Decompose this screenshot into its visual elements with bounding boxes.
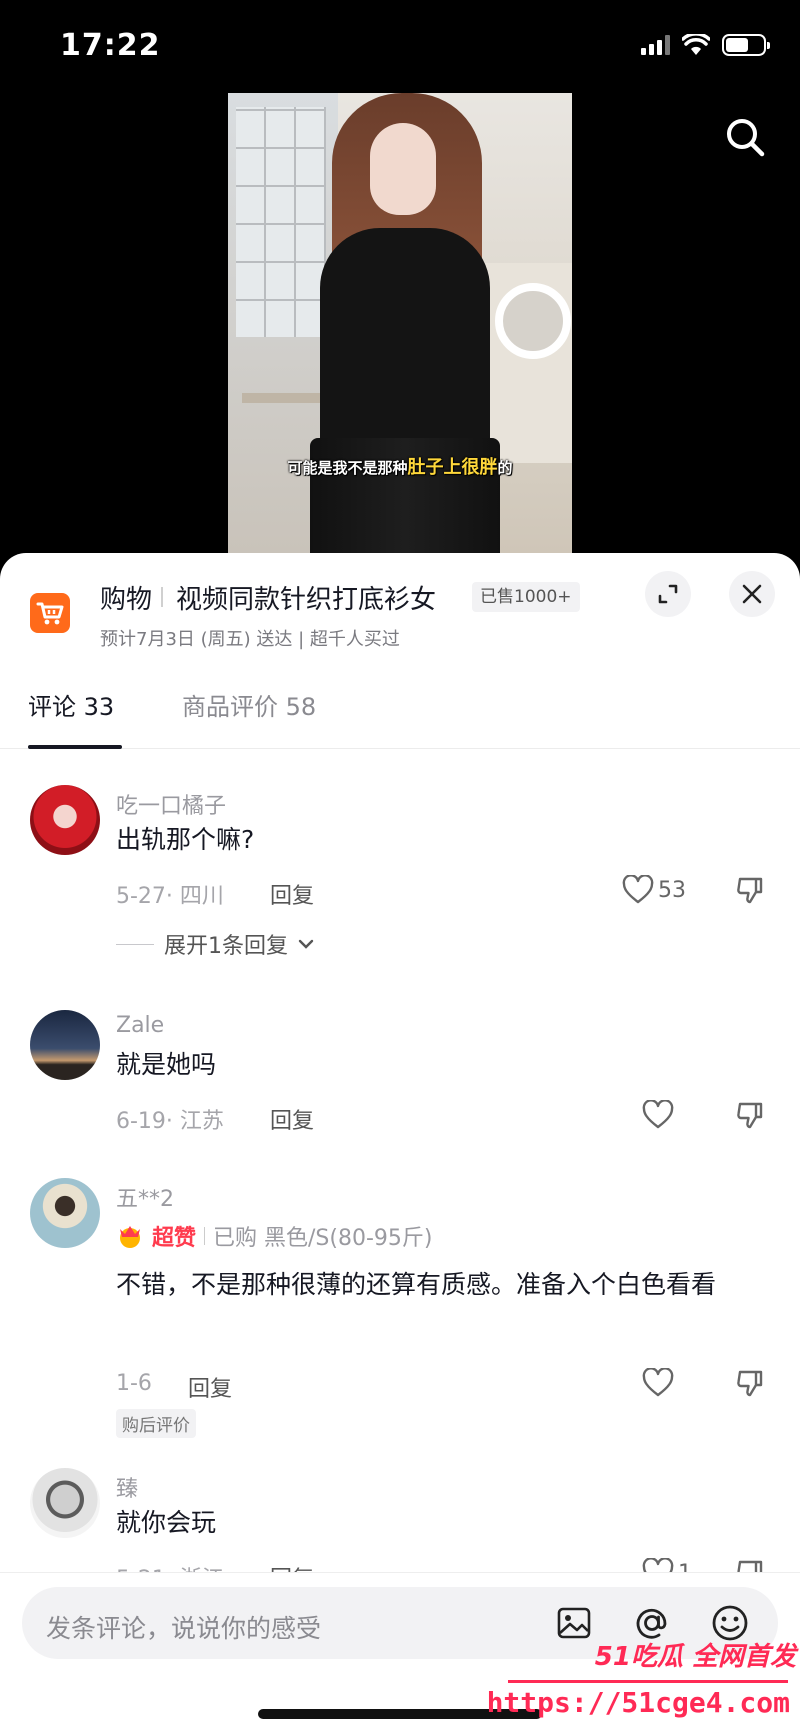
product-category: 购物 <box>100 585 153 615</box>
avatar[interactable] <box>30 785 100 855</box>
comment-date-location: 6-19· 江苏 <box>116 1109 224 1134</box>
dislike-button[interactable] <box>735 875 765 909</box>
close-icon <box>742 584 762 604</box>
reply-button[interactable]: 回复 <box>270 878 314 910</box>
post-purchase-review-tag: 购后评价 <box>116 1409 196 1438</box>
super-like-badge-icon <box>120 1226 140 1248</box>
video-player[interactable]: 可能是我不是那种肚子上很胖的 <box>228 93 572 553</box>
purchase-variant: 已购 黑色/S(80-95斤) <box>213 1226 433 1251</box>
comment-date: 1-6 <box>116 1371 152 1396</box>
avatar[interactable] <box>30 1010 100 1080</box>
close-button[interactable] <box>729 571 775 617</box>
status-time: 17:22 <box>60 28 161 63</box>
like-count: 53 <box>658 877 686 903</box>
comment-text: 出轨那个嘛? <box>116 825 255 854</box>
divider <box>161 587 163 607</box>
search-button[interactable] <box>720 112 770 162</box>
product-bar[interactable]: 购物 视频同款针织打底衫女 已售1000+ 预计7月3日 (周五) 送达 | 超… <box>0 553 800 663</box>
reply-button[interactable]: 回复 <box>270 1103 314 1135</box>
watermark: 51吃瓜 全网首发 https://51cge4.com <box>487 1632 800 1732</box>
watermark-url: https://51cge4.com <box>486 1686 790 1719</box>
chevron-down-icon <box>298 939 314 949</box>
comment-username[interactable]: 吃一口橘子 <box>116 788 226 820</box>
watermark-brand: 51吃瓜 全网首发 <box>594 1642 796 1672</box>
comment-text: 不错，不是那种很薄的还算有质感。准备入个白色看看 <box>116 1270 717 1299</box>
reply-button[interactable]: 回复 <box>188 1371 232 1403</box>
avatar[interactable] <box>30 1178 100 1248</box>
comment-badge-row: 超赞 已购 黑色/S(80-95斤) <box>116 1220 432 1252</box>
product-delivery-info: 预计7月3日 (周五) 送达 | 超千人买过 <box>100 629 400 650</box>
comment-input-placeholder: 发条评论，说说你的感受 <box>46 1614 322 1643</box>
search-icon <box>727 119 765 157</box>
status-bar: 17:22 <box>0 0 800 90</box>
thumbs-down-icon <box>737 877 763 904</box>
dislike-button[interactable] <box>735 1100 765 1134</box>
tab-comments[interactable]: 评论 33 <box>28 687 114 722</box>
heart-icon <box>642 1100 674 1129</box>
comment-username[interactable]: 五**2 <box>116 1181 174 1213</box>
expand-replies-label: 展开1条回复 <box>164 934 288 959</box>
video-subtitle: 可能是我不是那种肚子上很胖的 <box>287 457 513 478</box>
like-button[interactable] <box>642 1100 674 1130</box>
sold-count-badge: 已售1000+ <box>472 582 580 612</box>
heart-icon <box>622 875 654 904</box>
tab-bar: 评论 33 商品评价 58 <box>0 663 800 749</box>
comment-text: 就是她吗 <box>116 1050 217 1079</box>
dislike-button[interactable] <box>735 1368 765 1402</box>
comment-text: 就你会玩 <box>116 1508 217 1537</box>
shopping-cart-icon <box>30 593 70 633</box>
super-like-label: 超赞 <box>152 1226 197 1251</box>
avatar[interactable] <box>30 1468 100 1538</box>
status-icons <box>641 34 770 56</box>
comment-username[interactable]: 臻 <box>116 1471 138 1503</box>
like-button[interactable] <box>642 1368 674 1398</box>
tab-product-reviews[interactable]: 商品评价 58 <box>182 687 316 722</box>
comment-date-location: 5-27· 四川 <box>116 884 224 909</box>
active-tab-indicator <box>28 745 122 749</box>
heart-icon <box>642 1368 674 1397</box>
comment-sheet: 购物 视频同款针织打底衫女 已售1000+ 预计7月3日 (周五) 送达 | 超… <box>0 553 800 1733</box>
cellular-signal-icon <box>641 35 670 55</box>
expand-button[interactable] <box>645 571 691 617</box>
like-button[interactable]: 53 <box>622 875 686 905</box>
battery-icon <box>722 34 770 56</box>
product-title[interactable]: 视频同款针织打底衫女 <box>176 579 436 616</box>
comment-username[interactable]: Zale <box>116 1013 164 1038</box>
wifi-icon <box>682 34 710 55</box>
expand-replies-button[interactable]: 展开1条回复 <box>116 928 314 960</box>
thumbs-down-icon <box>737 1102 763 1129</box>
thumbs-down-icon <box>737 1370 763 1397</box>
expand-icon <box>658 584 678 604</box>
